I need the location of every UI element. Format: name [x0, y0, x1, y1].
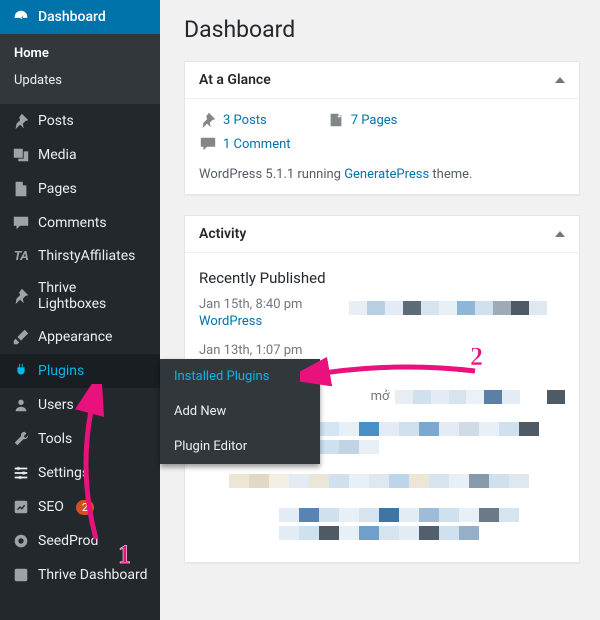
sidebar-label-posts: Posts [38, 113, 74, 129]
sidebar-label-tools: Tools [38, 431, 72, 447]
redacted-block [229, 474, 565, 488]
pin-icon [12, 287, 30, 305]
media-icon [12, 146, 30, 164]
sidebar-label-users: Users [38, 397, 74, 413]
text-fragment: mở [371, 389, 390, 404]
sidebar-item-pages[interactable]: Pages [0, 172, 160, 206]
sliders-icon [12, 464, 30, 482]
sidebar-item-plugins[interactable]: Plugins [0, 354, 160, 388]
sidebar-item-thirstyaffiliates[interactable]: TA ThirstyAffiliates [0, 240, 160, 272]
sidebar-item-appearance[interactable]: Appearance [0, 320, 160, 354]
sidebar-item-comments[interactable]: Comments [0, 206, 160, 240]
comment-icon [12, 214, 30, 232]
theme-link[interactable]: GeneratePress [344, 167, 429, 182]
post-meta: Jan 15th, 8:40 pm [199, 297, 329, 312]
activity-post-row: Jan 15th, 8:40 pm WordPress [199, 297, 565, 329]
glance-posts-text: 3 Posts [223, 113, 267, 128]
recently-published-heading: Recently Published [199, 269, 565, 287]
sidebar-item-posts[interactable]: Posts [0, 104, 160, 138]
post-title-link[interactable]: WordPress [199, 314, 329, 329]
activity-header[interactable]: Activity [185, 216, 579, 253]
redacted-title [349, 301, 547, 315]
collapse-icon [555, 231, 565, 237]
activity-title: Activity [199, 226, 246, 242]
sidebar-label-pages: Pages [38, 181, 77, 197]
collapse-icon [555, 77, 565, 83]
glance-pages-text: 7 Pages [351, 113, 398, 128]
admin-sidebar: Dashboard Home Updates Posts Media Pages… [0, 0, 160, 620]
sidebar-subitem-updates[interactable]: Updates [0, 67, 160, 94]
sidebar-label-appearance: Appearance [38, 329, 112, 345]
sidebar-label-settings: Settings [38, 465, 89, 481]
plugins-flyout-menu: Installed Plugins Add New Plugin Editor [160, 359, 320, 464]
sidebar-submenu-dashboard: Home Updates [0, 34, 160, 104]
main-content: Dashboard At a Glance 3 Posts 7 Pages [160, 0, 600, 583]
glance-pages-link[interactable]: 7 Pages [327, 111, 398, 129]
flyout-installed-plugins[interactable]: Installed Plugins [160, 359, 320, 394]
sidebar-label-seo: SEO [38, 499, 64, 515]
at-a-glance-panel: At a Glance 3 Posts 7 Pages 1 Comment [184, 61, 580, 195]
annotation-number-2: 2 [470, 342, 483, 372]
sidebar-item-dashboard[interactable]: Dashboard [0, 0, 160, 34]
sidebar-item-users[interactable]: Users [0, 388, 160, 422]
thirstyaffiliates-icon: TA [12, 249, 30, 264]
brush-icon [12, 328, 30, 346]
thrive-icon [12, 566, 30, 584]
page-title: Dashboard [184, 16, 580, 43]
comment-icon [199, 135, 217, 153]
sidebar-item-media[interactable]: Media [0, 138, 160, 172]
sidebar-label-media: Media [38, 147, 77, 163]
sidebar-item-seedprod[interactable]: SeedProd [0, 524, 160, 558]
sidebar-item-tools[interactable]: Tools [0, 422, 160, 456]
dashboard-icon [12, 8, 30, 26]
sidebar-label-thrive-dash: Thrive Dashboard [38, 567, 148, 583]
glance-comments-text: 1 Comment [223, 137, 291, 152]
glance-comments-link[interactable]: 1 Comment [199, 135, 291, 153]
post-meta: Jan 13th, 1:07 pm [199, 343, 329, 358]
wrench-icon [12, 430, 30, 448]
sidebar-label-thrive-lb: Thrive Lightboxes [38, 280, 148, 312]
sidebar-item-seo[interactable]: SEO 2 [0, 490, 160, 524]
at-a-glance-title: At a Glance [199, 72, 271, 88]
wp-version-text: WordPress 5.1.1 running GeneratePress th… [199, 167, 565, 182]
sidebar-item-thrive-lightboxes[interactable]: Thrive Lightboxes [0, 272, 160, 320]
plug-icon [12, 362, 30, 380]
redacted-block [279, 508, 565, 540]
sidebar-label-dashboard: Dashboard [38, 9, 106, 25]
seo-icon [12, 498, 30, 516]
sidebar-label-comments: Comments [38, 215, 107, 231]
sidebar-label-thirsty: ThirstyAffiliates [38, 248, 135, 264]
sidebar-subitem-home[interactable]: Home [0, 40, 160, 67]
users-icon [12, 396, 30, 414]
pages-icon [327, 111, 345, 129]
annotation-number-1: 1 [118, 540, 131, 570]
sidebar-item-thrive-dashboard[interactable]: Thrive Dashboard [0, 558, 160, 592]
at-a-glance-header[interactable]: At a Glance [185, 62, 579, 99]
pin-icon [199, 111, 217, 129]
sidebar-item-settings[interactable]: Settings [0, 456, 160, 490]
pin-icon [12, 112, 30, 130]
glance-posts-link[interactable]: 3 Posts [199, 111, 267, 129]
seo-badge: 2 [76, 500, 94, 515]
sidebar-label-plugins: Plugins [38, 363, 84, 379]
sidebar-label-seedprod: SeedProd [38, 533, 98, 549]
page-icon [12, 180, 30, 198]
seedprod-icon [12, 532, 30, 550]
flyout-plugin-editor[interactable]: Plugin Editor [160, 429, 320, 464]
flyout-add-new[interactable]: Add New [160, 394, 320, 429]
